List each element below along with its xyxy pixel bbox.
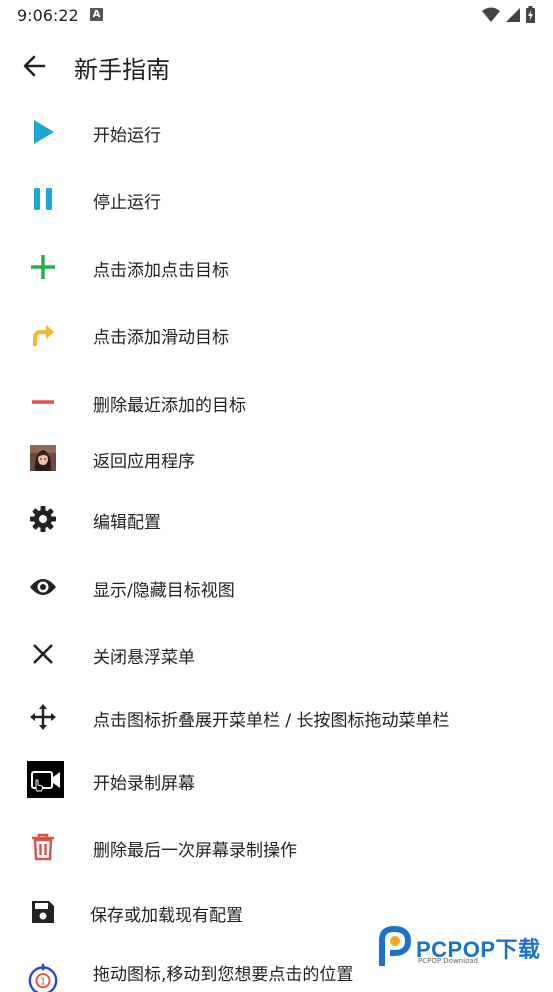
list-item: 开始运行: [0, 112, 553, 152]
target-icon: 1: [27, 959, 59, 992]
list-item: 点击添加点击目标: [0, 247, 553, 287]
list-item-label: 显示/隐藏目标视图: [93, 581, 235, 601]
wifi-icon: [482, 7, 500, 22]
trash-icon: [27, 831, 59, 863]
list-item-label: 点击添加滑动目标: [93, 328, 229, 348]
record-screen-icon: [27, 761, 64, 798]
list-item-label: 点击添加点击目标: [93, 261, 229, 281]
move-icon: [27, 701, 59, 733]
notification-icon: A: [90, 8, 103, 21]
app-bar: 新手指南: [0, 38, 553, 94]
list-item-label: 返回应用程序: [93, 452, 195, 472]
list-item: 停止运行: [0, 179, 553, 219]
list-item-label: 编辑配置: [93, 513, 161, 533]
watermark-logo: PCPOP下载 PCPOP Download: [376, 926, 548, 970]
signal-icon: [506, 7, 520, 22]
pcpop-logo-icon: [379, 926, 412, 966]
svg-text:1: 1: [40, 976, 46, 987]
app-thumbnail-icon: [27, 442, 59, 474]
list-item: 返回应用程序: [0, 438, 553, 478]
list-item: 开始录制屏幕: [0, 760, 553, 800]
list-item: 删除最后一次屏幕录制操作: [0, 827, 553, 867]
list-item-label: 拖动图标,移动到您想要点击的位置: [93, 965, 354, 985]
minus-icon: [27, 386, 59, 418]
play-icon: [27, 116, 59, 148]
list-item-label: 关闭悬浮菜单: [93, 648, 195, 668]
list-item-label: 删除最近添加的目标: [93, 396, 246, 416]
list-item-label: 停止运行: [93, 193, 161, 213]
watermark-sub: PCPOP Download: [418, 957, 479, 965]
page-title: 新手指南: [74, 56, 170, 84]
close-icon: [27, 638, 59, 670]
gear-icon: [27, 503, 59, 535]
list-item-label: 开始录制屏幕: [93, 774, 195, 794]
list-item: 显示/隐藏目标视图: [0, 567, 553, 607]
arrow-left-icon: [23, 55, 46, 77]
swipe-arrow-icon: [27, 318, 59, 350]
save-icon: [27, 896, 59, 928]
pause-icon: [27, 183, 59, 215]
status-time: 9:06:22: [17, 6, 79, 25]
back-button[interactable]: [20, 51, 50, 81]
list-item: 关闭悬浮菜单: [0, 634, 553, 674]
eye-icon: [27, 571, 59, 603]
list-item: 点击图标折叠展开菜单栏 / 长按图标拖动菜单栏: [0, 697, 553, 737]
list-item-label: 开始运行: [93, 126, 161, 146]
list-item-label: 点击图标折叠展开菜单栏 / 长按图标拖动菜单栏: [93, 711, 450, 731]
status-bar: 9:06:22 A: [0, 0, 553, 30]
plus-icon: [27, 251, 59, 283]
list-item-label: 删除最后一次屏幕录制操作: [93, 841, 297, 861]
list-item-label: 保存或加载现有配置: [90, 906, 243, 926]
list-item: 编辑配置: [0, 499, 553, 539]
list-item: 删除最近添加的目标: [0, 382, 553, 422]
list-item: 点击添加滑动目标: [0, 314, 553, 354]
battery-icon: [526, 6, 535, 23]
status-icons: [482, 6, 535, 23]
